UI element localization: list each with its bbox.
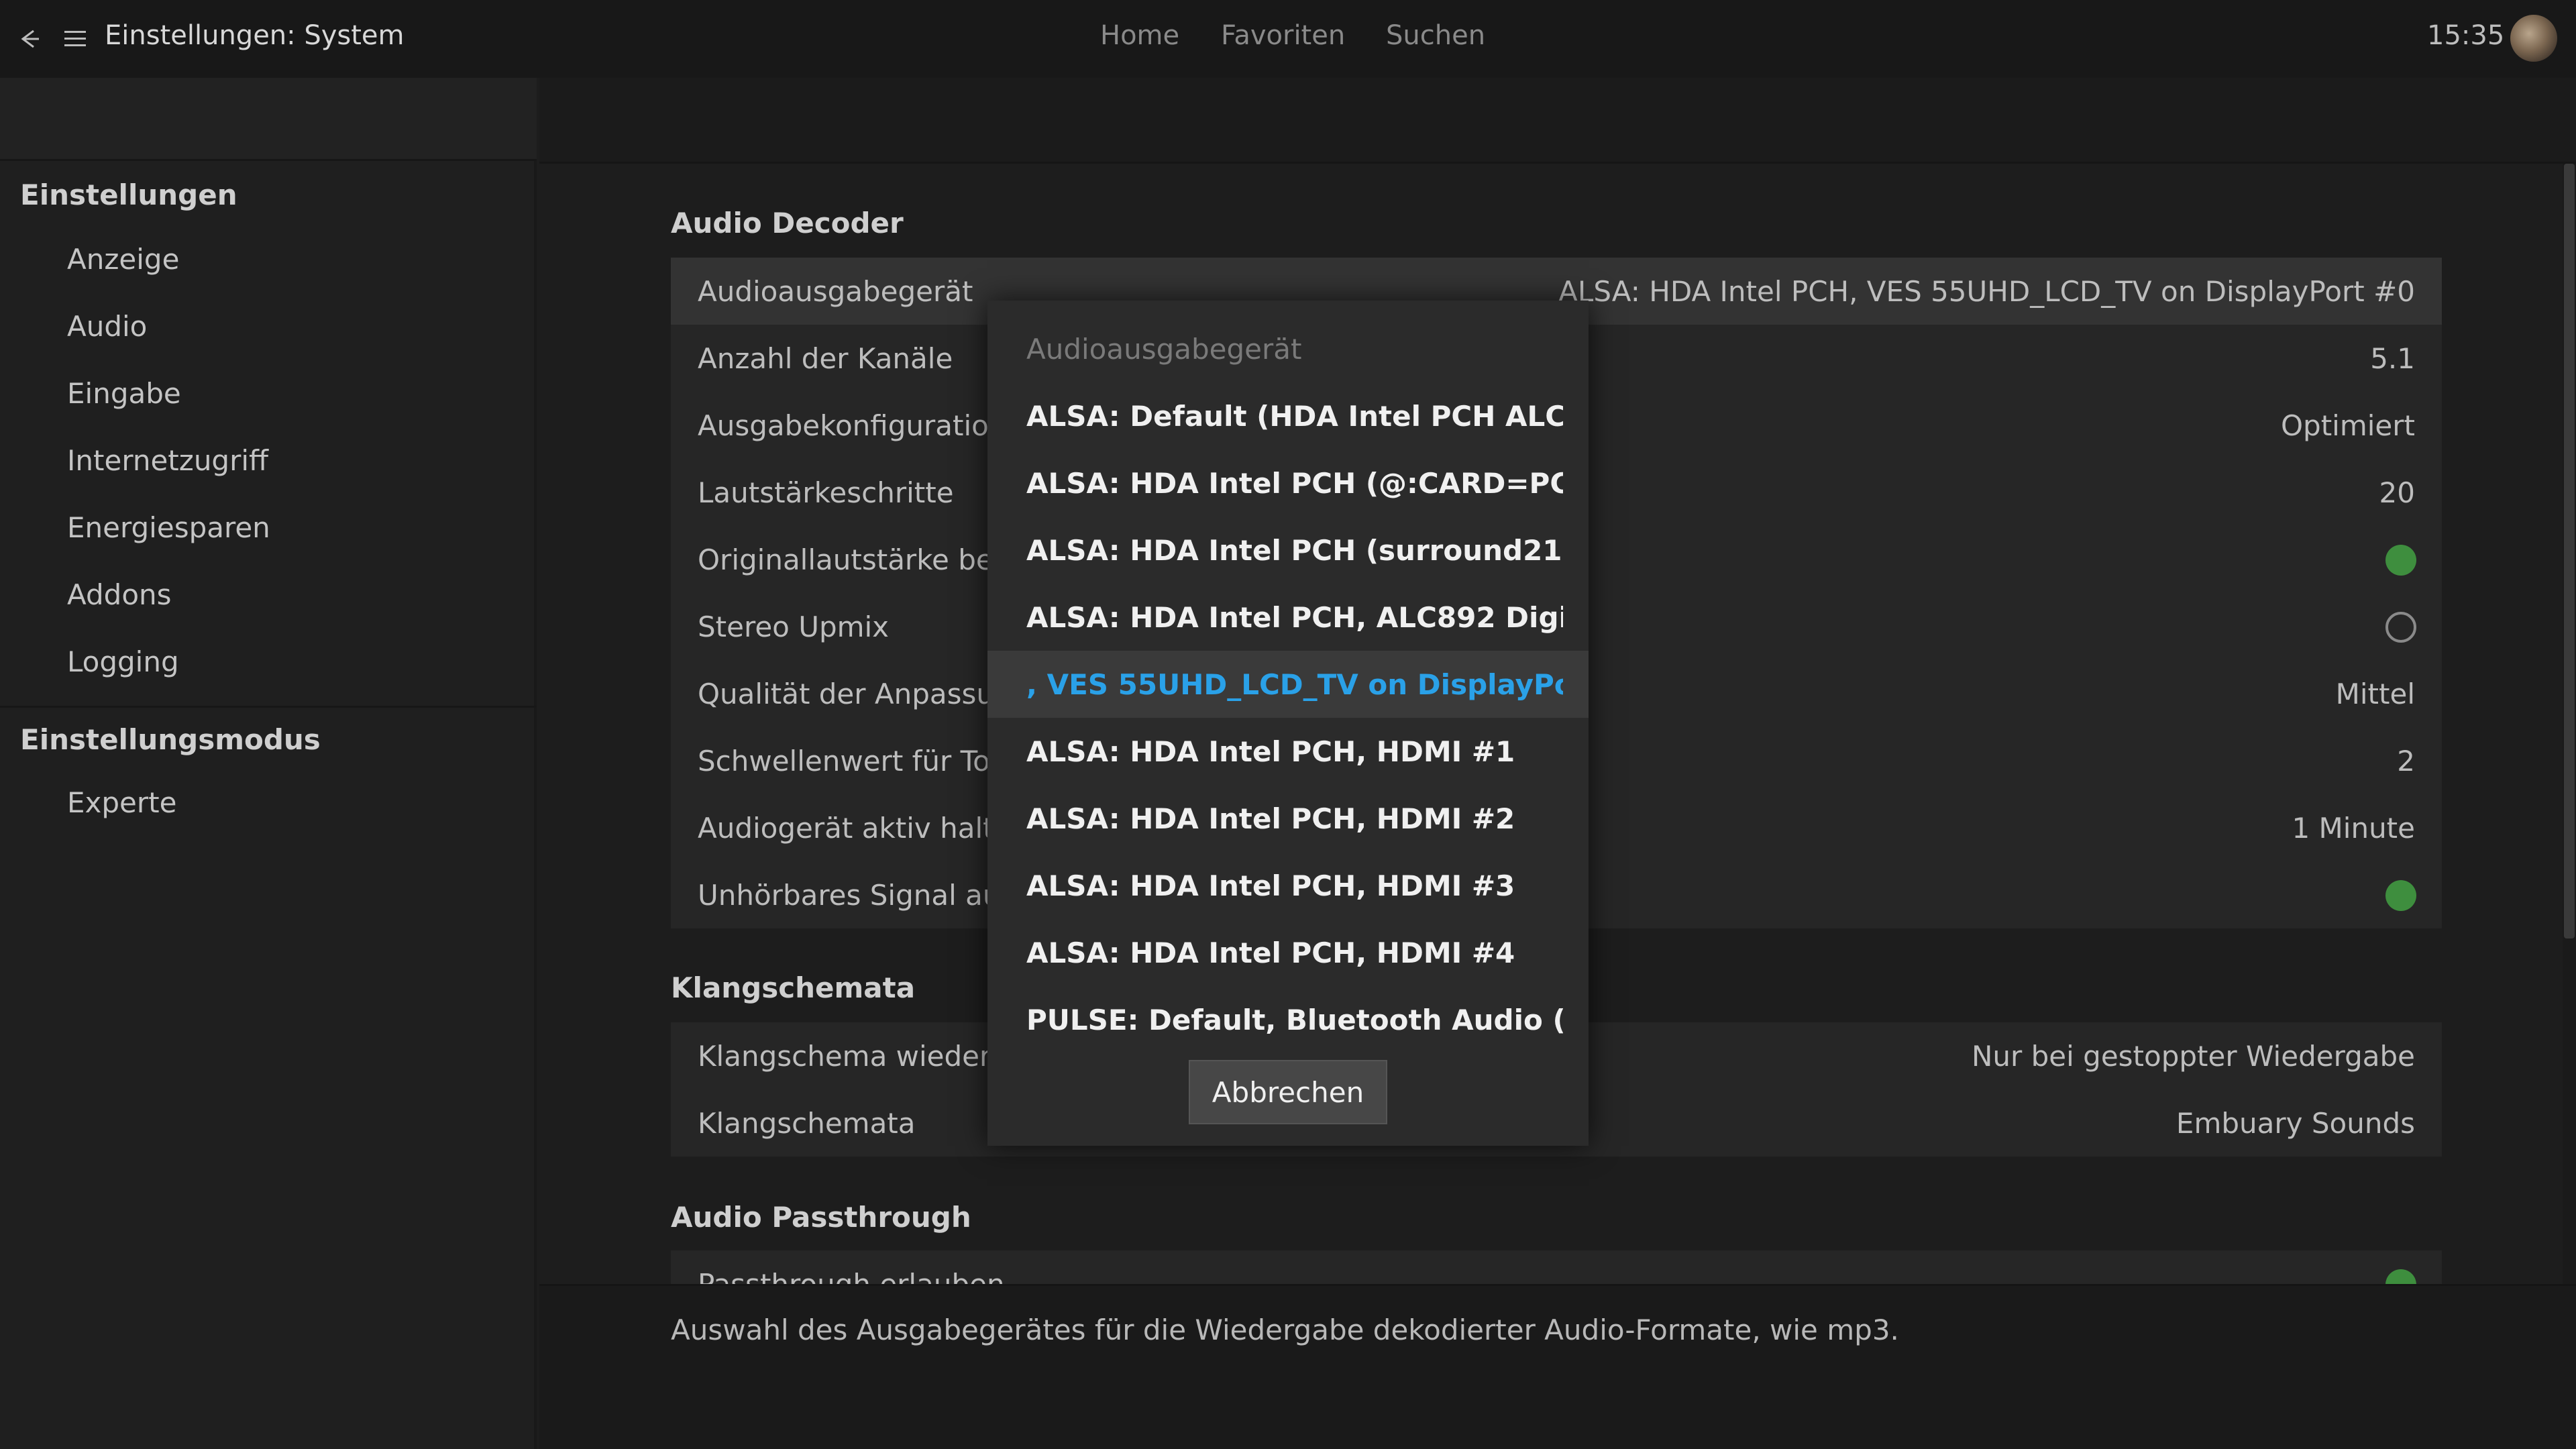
dialog-option[interactable]: ALSA: HDA Intel PCH, HDMI #3 bbox=[987, 852, 1589, 919]
dialog-option-label: , VES 55UHD_LCD_TV on DisplayPort # bbox=[1026, 668, 1563, 701]
sidebar-section-mode: Einstellungsmodus bbox=[20, 723, 321, 756]
toggle-on-icon[interactable] bbox=[2385, 545, 2416, 576]
setting-value: ALSA: HDA Intel PCH, VES 55UHD_LCD_TV on… bbox=[1558, 275, 2415, 308]
main-header-band bbox=[539, 78, 2576, 164]
setting-label: Ausgabekonfiguration bbox=[698, 409, 1007, 442]
dialog-option[interactable]: ALSA: HDA Intel PCH, HDMI #4 bbox=[987, 919, 1589, 986]
sidebar-item-internet[interactable]: Internetzugriff bbox=[67, 444, 268, 477]
setting-label: Klangschemata bbox=[698, 1107, 916, 1140]
setting-label: Schwellenwert für Ton bbox=[698, 745, 1008, 777]
dialog-option-label: ALSA: Default (HDA Intel PCH ALC8... bbox=[1026, 400, 1563, 433]
dialog-option[interactable]: ALSA: HDA Intel PCH, ALC892 Digita... bbox=[987, 584, 1589, 651]
setting-label: Audiogerät aktiv halte bbox=[698, 812, 1012, 845]
dialog-option-label: ALSA: HDA Intel PCH, HDMI #1 bbox=[1026, 735, 1515, 768]
setting-value: Nur bei gestoppter Wiedergabe bbox=[1971, 1040, 2415, 1073]
back-arrow-icon[interactable] bbox=[13, 23, 46, 55]
setting-value: 5.1 bbox=[2370, 342, 2415, 375]
nav-search[interactable]: Suchen bbox=[1386, 20, 1485, 51]
dialog-option-label: ALSA: HDA Intel PCH (surround21:C... bbox=[1026, 534, 1563, 567]
dialog-option[interactable]: PULSE: Default, Bluetooth Audio (P... bbox=[987, 986, 1589, 1053]
sidebar-item-audio[interactable]: Audio bbox=[67, 310, 147, 343]
setting-label: Stereo Upmix bbox=[698, 610, 890, 643]
audio-output-device-dialog: Audioausgabegerät ALSA: Default (HDA Int… bbox=[987, 301, 1589, 1146]
sidebar-divider bbox=[0, 706, 537, 708]
setting-value: 20 bbox=[2379, 476, 2415, 509]
dialog-option-label: ALSA: HDA Intel PCH (@:CARD=PCH... bbox=[1026, 467, 1563, 500]
setting-label: Klangschema wiederg bbox=[698, 1040, 1009, 1073]
setting-label: Audioausgabegerät bbox=[698, 275, 973, 308]
dialog-option-label: PULSE: Default, Bluetooth Audio (P... bbox=[1026, 1004, 1563, 1036]
dialog-option-selected[interactable]: , VES 55UHD_LCD_TV on DisplayPort # bbox=[987, 651, 1589, 718]
sidebar-item-display[interactable]: Anzeige bbox=[67, 243, 179, 276]
setting-label: Anzahl der Kanäle bbox=[698, 342, 953, 375]
dialog-option-label: ALSA: HDA Intel PCH, ALC892 Digita... bbox=[1026, 601, 1563, 634]
nav-home[interactable]: Home bbox=[1100, 20, 1179, 51]
description-footer bbox=[539, 1284, 2576, 1449]
dialog-option[interactable]: ALSA: HDA Intel PCH (surround21:C... bbox=[987, 517, 1589, 584]
setting-value: 2 bbox=[2397, 745, 2415, 777]
scrollbar-thumb[interactable] bbox=[2564, 164, 2575, 938]
setting-row-allow-passthrough[interactable]: Passthrough erlauben bbox=[671, 1250, 2442, 1284]
setting-label: Originallautstärke bei bbox=[698, 543, 1002, 576]
toggle-on-icon[interactable] bbox=[2385, 1269, 2416, 1284]
top-bar: Einstellungen: System Home Favoriten Suc… bbox=[0, 0, 2576, 78]
nav-favorites[interactable]: Favoriten bbox=[1221, 20, 1345, 51]
menu-icon[interactable] bbox=[59, 23, 91, 55]
sidebar-section-settings: Einstellungen bbox=[20, 178, 237, 211]
setting-value: Mittel bbox=[2335, 678, 2415, 710]
sidebar-item-power-saving[interactable]: Energiesparen bbox=[67, 511, 270, 544]
dialog-option[interactable]: ALSA: HDA Intel PCH, HDMI #1 bbox=[987, 718, 1589, 785]
sidebar-item-input[interactable]: Eingabe bbox=[67, 377, 181, 410]
avatar[interactable] bbox=[2510, 15, 2557, 62]
setting-description: Auswahl des Ausgabegerätes für die Wiede… bbox=[671, 1313, 1899, 1346]
toggle-off-icon[interactable] bbox=[2385, 612, 2416, 643]
dialog-option-label: ALSA: HDA Intel PCH, HDMI #4 bbox=[1026, 936, 1515, 969]
group-title-sound-schemes: Klangschemata bbox=[671, 971, 916, 1004]
sidebar-item-addons[interactable]: Addons bbox=[67, 578, 172, 611]
setting-label: Qualität der Anpassun bbox=[698, 678, 1012, 710]
dialog-option-label: ALSA: HDA Intel PCH, HDMI #2 bbox=[1026, 802, 1515, 835]
setting-value: Optimiert bbox=[2280, 409, 2415, 442]
toggle-on-icon[interactable] bbox=[2385, 880, 2416, 911]
group-title-audio-decoder: Audio Decoder bbox=[671, 207, 904, 239]
setting-value: Embuary Sounds bbox=[2176, 1107, 2415, 1140]
dialog-option[interactable]: ALSA: Default (HDA Intel PCH ALC8... bbox=[987, 382, 1589, 449]
setting-value: 1 Minute bbox=[2292, 812, 2415, 845]
sidebar-header-band bbox=[0, 78, 537, 161]
dialog-option-label: ALSA: HDA Intel PCH, HDMI #3 bbox=[1026, 869, 1515, 902]
sidebar-item-expert[interactable]: Experte bbox=[67, 786, 176, 819]
setting-label: Passthrough erlauben bbox=[698, 1268, 1005, 1284]
audio-passthrough-panel: Passthrough erlauben bbox=[671, 1250, 2442, 1284]
setting-label: Lautstärkeschritte bbox=[698, 476, 954, 509]
page-title: Einstellungen: System bbox=[105, 20, 405, 51]
cancel-button[interactable]: Abbrechen bbox=[1189, 1060, 1387, 1124]
setting-label: Unhörbares Signal aus bbox=[698, 879, 1016, 912]
dialog-option[interactable]: ALSA: HDA Intel PCH (@:CARD=PCH... bbox=[987, 449, 1589, 517]
sidebar: Einstellungen Anzeige Audio Eingabe Inte… bbox=[0, 78, 537, 1449]
dialog-title: Audioausgabegerät bbox=[1026, 333, 1302, 366]
dialog-option[interactable]: ALSA: HDA Intel PCH, HDMI #2 bbox=[987, 785, 1589, 852]
clock: 15:35 bbox=[2427, 20, 2505, 51]
sidebar-item-logging[interactable]: Logging bbox=[67, 645, 179, 678]
group-title-audio-passthrough: Audio Passthrough bbox=[671, 1201, 971, 1234]
